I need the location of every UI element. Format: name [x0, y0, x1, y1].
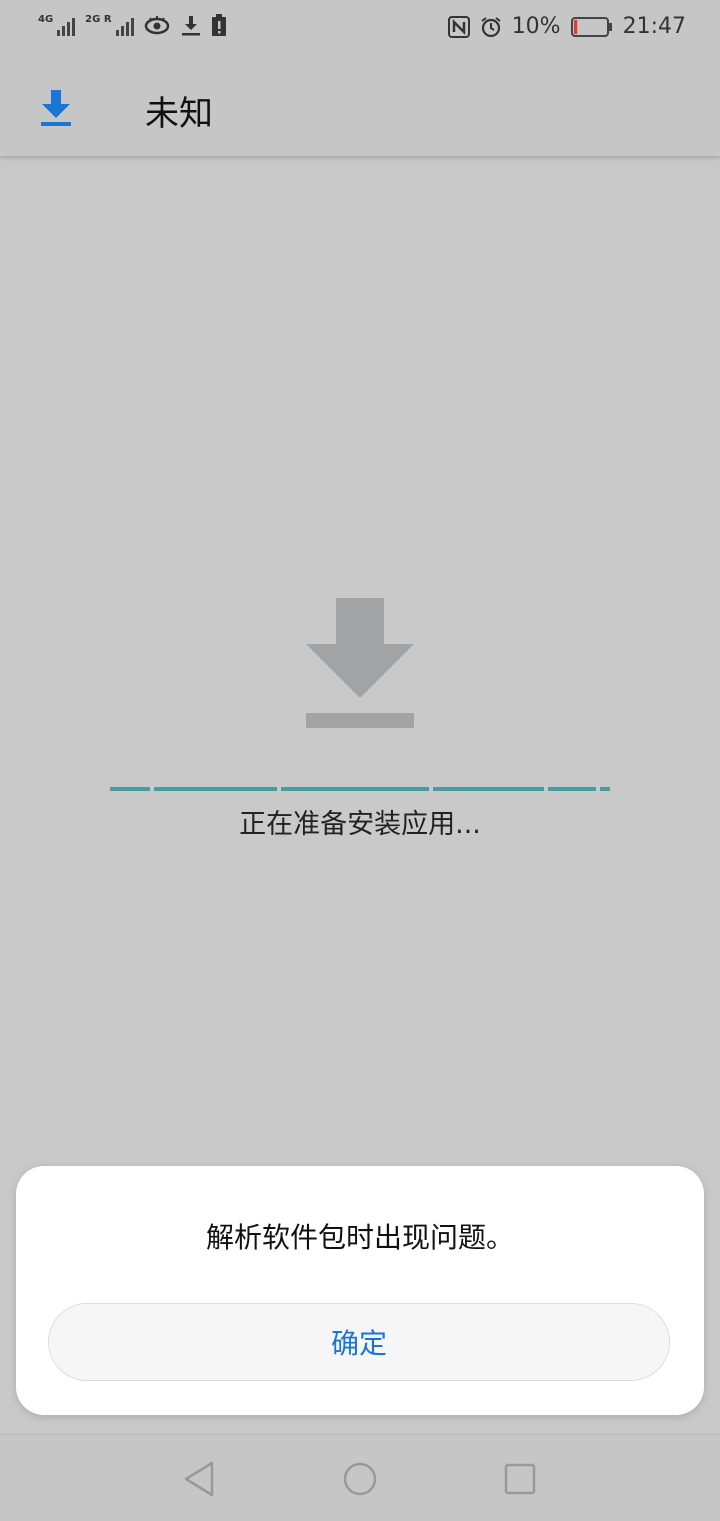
nfc-icon	[447, 15, 470, 38]
download-icon[interactable]	[38, 88, 74, 128]
alarm-icon	[481, 16, 501, 37]
signal-icon: 2G R	[85, 14, 134, 36]
navigation-bar	[0, 1434, 720, 1521]
home-icon[interactable]	[340, 1459, 380, 1499]
status-right: 10% 21:47	[447, 14, 686, 39]
clock: 21:47	[622, 14, 686, 39]
progress-bar	[110, 787, 610, 792]
status-left: 4G 2G R	[38, 14, 226, 36]
install-status-text: 正在准备安装应用...	[239, 809, 481, 840]
battery-icon	[570, 16, 612, 37]
signal-label: 2G R	[85, 14, 112, 25]
error-dialog: 解析软件包时出现问题。 确定	[16, 1166, 704, 1415]
signal-icon: 4G	[38, 14, 76, 36]
recents-icon[interactable]	[500, 1459, 540, 1499]
ok-button[interactable]: 确定	[48, 1303, 670, 1381]
signal-label: 4G	[38, 14, 54, 25]
download-icon	[181, 16, 200, 36]
download-large-icon	[306, 598, 414, 728]
battery-alert-icon	[211, 14, 226, 36]
battery-percent: 10%	[511, 14, 561, 39]
eye-icon	[144, 16, 169, 35]
dialog-message: 解析软件包时出现问题。	[205, 1221, 514, 1254]
back-icon[interactable]	[180, 1459, 220, 1499]
app-bar: 未知	[0, 60, 720, 156]
app-bar-title: 未知	[145, 94, 213, 134]
status-bar: 4G 2G R 10% 21:47	[0, 0, 720, 60]
